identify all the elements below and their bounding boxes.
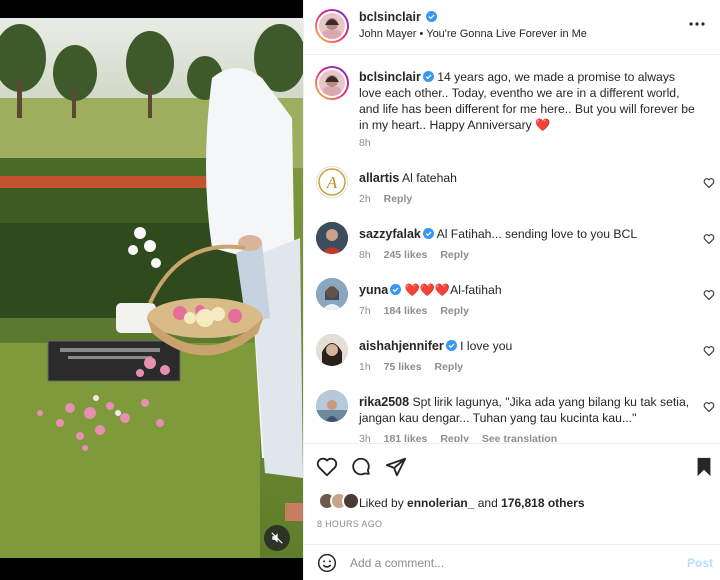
- comment-text: Spt lirik lagunya, "Jika ada yang bilang…: [359, 395, 690, 425]
- comment-time: 3h: [359, 433, 371, 442]
- post-actions: Liked by ennolerian_ and 176,818 others …: [304, 443, 720, 543]
- svg-text:A: A: [326, 173, 338, 192]
- likes-summary[interactable]: Liked by ennolerian_ and 176,818 others: [359, 496, 585, 510]
- audio-track[interactable]: John Mayer • You're Gonna Live Forever i…: [359, 28, 587, 40]
- caption-avatar[interactable]: [315, 66, 349, 100]
- comment-username[interactable]: allartis: [359, 171, 399, 185]
- liked-by-conj: and: [477, 496, 498, 510]
- comment-username[interactable]: yuna: [359, 283, 388, 297]
- author-avatar[interactable]: [315, 9, 349, 43]
- verified-badge-icon: [422, 228, 434, 239]
- commenter-avatar[interactable]: [316, 222, 348, 254]
- comment-meta: 2h Reply: [359, 193, 422, 205]
- red-heart-emoji: ❤️: [535, 118, 551, 132]
- author-username[interactable]: bclsinclair: [359, 10, 421, 24]
- like-comment-heart-icon[interactable]: [703, 401, 715, 413]
- comment-meta: 3h 181 likes Reply See translation: [359, 433, 567, 442]
- emoji-smiley-icon[interactable]: [317, 553, 337, 573]
- verified-badge-icon: [390, 284, 402, 295]
- reply-button[interactable]: Reply: [434, 361, 463, 373]
- comment-username[interactable]: rika2508: [359, 395, 409, 409]
- comment-text: Al Fatihah... sending love to you BCL: [436, 227, 638, 241]
- like-comment-heart-icon[interactable]: [703, 345, 715, 357]
- post-timestamp[interactable]: 8 HOURS AGO: [317, 519, 382, 529]
- comments-list[interactable]: bclsinclair 14 years ago, we made a prom…: [304, 56, 720, 442]
- reply-button[interactable]: Reply: [384, 193, 413, 205]
- caption: bclsinclair 14 years ago, we made a prom…: [359, 69, 695, 133]
- comment-input[interactable]: [350, 554, 670, 572]
- share-paper-plane-icon[interactable]: [385, 456, 407, 478]
- see-translation-link[interactable]: See translation: [482, 433, 557, 442]
- like-comment-heart-icon[interactable]: [703, 177, 715, 189]
- reply-button[interactable]: Reply: [440, 433, 469, 442]
- comment-username[interactable]: sazzyfalak: [359, 227, 421, 241]
- verified-badge-icon: [426, 11, 438, 22]
- commenter-avatar[interactable]: [316, 390, 348, 422]
- comment-username[interactable]: aishahjennifer: [359, 339, 444, 353]
- like-comment-heart-icon[interactable]: [703, 289, 715, 301]
- post-video[interactable]: [0, 18, 303, 558]
- post-details-panel: bclsinclair John Mayer • You're Gonna Li…: [303, 0, 720, 580]
- speaker-muted-icon: [271, 532, 283, 544]
- commenter-avatar[interactable]: A: [316, 166, 348, 198]
- mute-button[interactable]: [264, 525, 290, 551]
- liked-by-user[interactable]: ennolerian_: [407, 496, 474, 510]
- comment-meta: 8h 245 likes Reply: [359, 249, 479, 261]
- commenter-avatar[interactable]: [316, 278, 348, 310]
- comment-likes[interactable]: 181 likes: [384, 433, 428, 442]
- verified-badge-icon: [422, 71, 434, 82]
- liker-avatar: [342, 492, 360, 510]
- comment: aishahjennifer I love you: [359, 338, 695, 354]
- comment: yuna ❤️❤️❤️Al-fatihah: [359, 282, 695, 298]
- comment-likes[interactable]: 75 likes: [384, 361, 422, 373]
- comment-text: I love you: [460, 339, 513, 353]
- comment: rika2508 Spt lirik lagunya, "Jika ada ya…: [359, 394, 695, 426]
- like-comment-heart-icon[interactable]: [703, 233, 715, 245]
- red-hearts-emoji: ❤️❤️❤️: [404, 283, 451, 297]
- post-header: bclsinclair John Mayer • You're Gonna Li…: [304, 0, 720, 55]
- liked-by-prefix: Liked by: [359, 496, 404, 510]
- caption-meta: 8h: [359, 137, 381, 149]
- comment-likes[interactable]: 245 likes: [384, 249, 428, 261]
- verified-badge-icon: [445, 340, 457, 351]
- more-options-icon[interactable]: [687, 14, 707, 34]
- add-comment-bar: Post: [304, 544, 720, 580]
- post-media[interactable]: [0, 0, 303, 580]
- comment-time: 8h: [359, 249, 371, 261]
- reply-button[interactable]: Reply: [440, 249, 469, 261]
- comment-likes[interactable]: 184 likes: [384, 305, 428, 317]
- comment-meta: 7h 184 likes Reply: [359, 305, 479, 317]
- likes-count[interactable]: 176,818 others: [501, 496, 584, 510]
- caption-username[interactable]: bclsinclair: [359, 70, 421, 84]
- comment-text: Al-fatihah: [450, 283, 502, 297]
- reply-button[interactable]: Reply: [440, 305, 469, 317]
- comment-meta: 1h 75 likes Reply: [359, 361, 473, 373]
- caption-time: 8h: [359, 137, 371, 149]
- comment-bubble-icon[interactable]: [350, 456, 372, 478]
- comment-time: 7h: [359, 305, 371, 317]
- post-comment-button[interactable]: Post: [687, 556, 713, 570]
- save-bookmark-icon[interactable]: [693, 456, 715, 478]
- comment-time: 2h: [359, 193, 371, 205]
- like-heart-icon[interactable]: [316, 456, 338, 478]
- comment: allartis Al fatehah: [359, 170, 695, 186]
- commenter-avatar[interactable]: [316, 334, 348, 366]
- comment: sazzyfalak Al Fatihah... sending love to…: [359, 226, 695, 242]
- comment-text: Al fatehah: [402, 171, 457, 185]
- comment-time: 1h: [359, 361, 371, 373]
